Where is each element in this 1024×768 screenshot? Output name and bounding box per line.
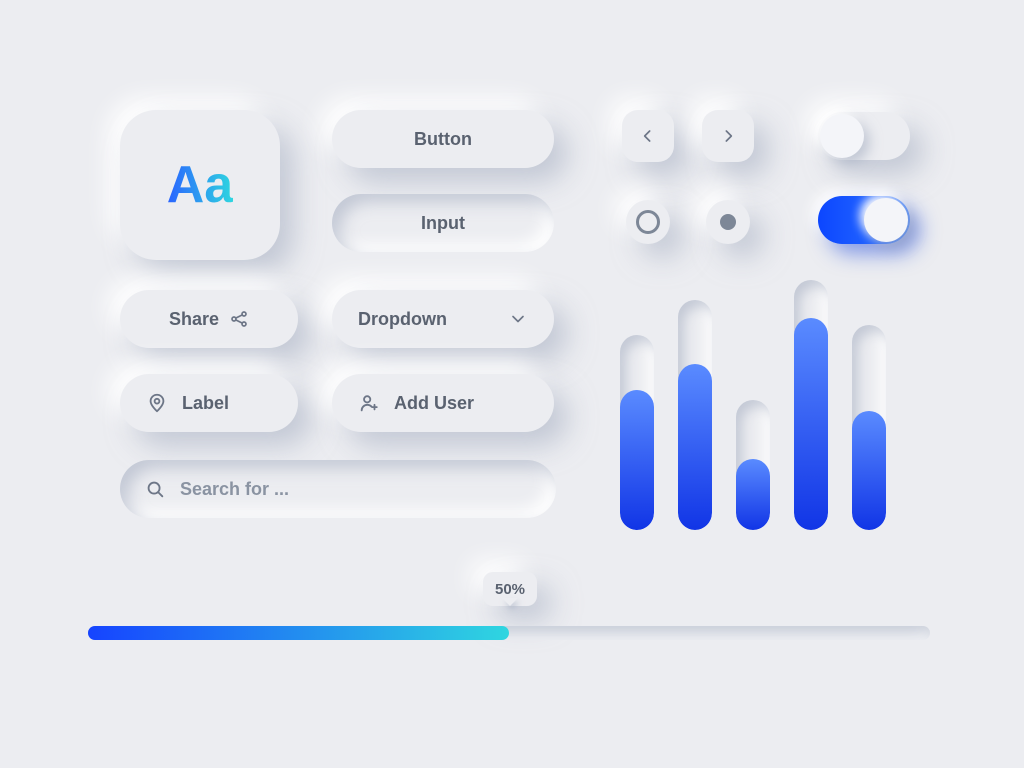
radio-dot-icon <box>720 214 736 230</box>
pin-icon <box>146 392 168 414</box>
progress-tooltip: 50% <box>483 572 537 606</box>
bar-fill <box>736 459 770 531</box>
bar-fill <box>852 411 886 530</box>
toggle-on[interactable] <box>818 196 910 244</box>
share-label: Share <box>169 309 219 330</box>
share-icon <box>229 309 249 329</box>
bar-track <box>852 325 886 530</box>
bar-fill <box>678 364 712 530</box>
radio-ring-icon <box>636 210 660 234</box>
dropdown[interactable]: Dropdown <box>332 290 554 348</box>
input-placeholder: Input <box>421 213 465 234</box>
toggle-knob <box>864 198 908 242</box>
bar-track <box>678 300 712 530</box>
label-chip[interactable]: Label <box>120 374 298 432</box>
bar-track <box>794 280 828 530</box>
bar-fill <box>794 318 828 531</box>
bar-track <box>736 400 770 530</box>
share-button[interactable]: Share <box>120 290 298 348</box>
radio-unselected[interactable] <box>626 200 670 244</box>
bar-chart <box>620 280 910 530</box>
progress-value: 50% <box>495 581 525 598</box>
add-user-label: Add User <box>394 393 474 414</box>
radio-selected[interactable] <box>706 200 750 244</box>
input-text[interactable]: Input <box>332 194 554 252</box>
button-primary[interactable]: Button <box>332 110 554 168</box>
typography-glyph: Aa <box>167 159 233 211</box>
next-button[interactable] <box>702 110 754 162</box>
user-plus-icon <box>358 392 380 414</box>
progress-fill <box>88 626 509 640</box>
toggle-off[interactable] <box>818 112 910 160</box>
add-user-button[interactable]: Add User <box>332 374 554 432</box>
search-icon <box>144 478 166 500</box>
prev-button[interactable] <box>622 110 674 162</box>
toggle-knob <box>820 114 864 158</box>
search-input[interactable]: Search for ... <box>120 460 556 518</box>
chevron-right-icon <box>718 126 738 146</box>
typography-tile[interactable]: Aa <box>120 110 280 260</box>
button-label: Button <box>414 129 472 150</box>
progress-bar[interactable] <box>88 626 930 640</box>
search-placeholder: Search for ... <box>180 479 289 500</box>
bar-track <box>620 335 654 530</box>
label-text: Label <box>182 393 229 414</box>
chevron-down-icon <box>508 309 528 329</box>
chevron-left-icon <box>638 126 658 146</box>
bar-fill <box>620 390 654 530</box>
dropdown-label: Dropdown <box>358 309 447 330</box>
